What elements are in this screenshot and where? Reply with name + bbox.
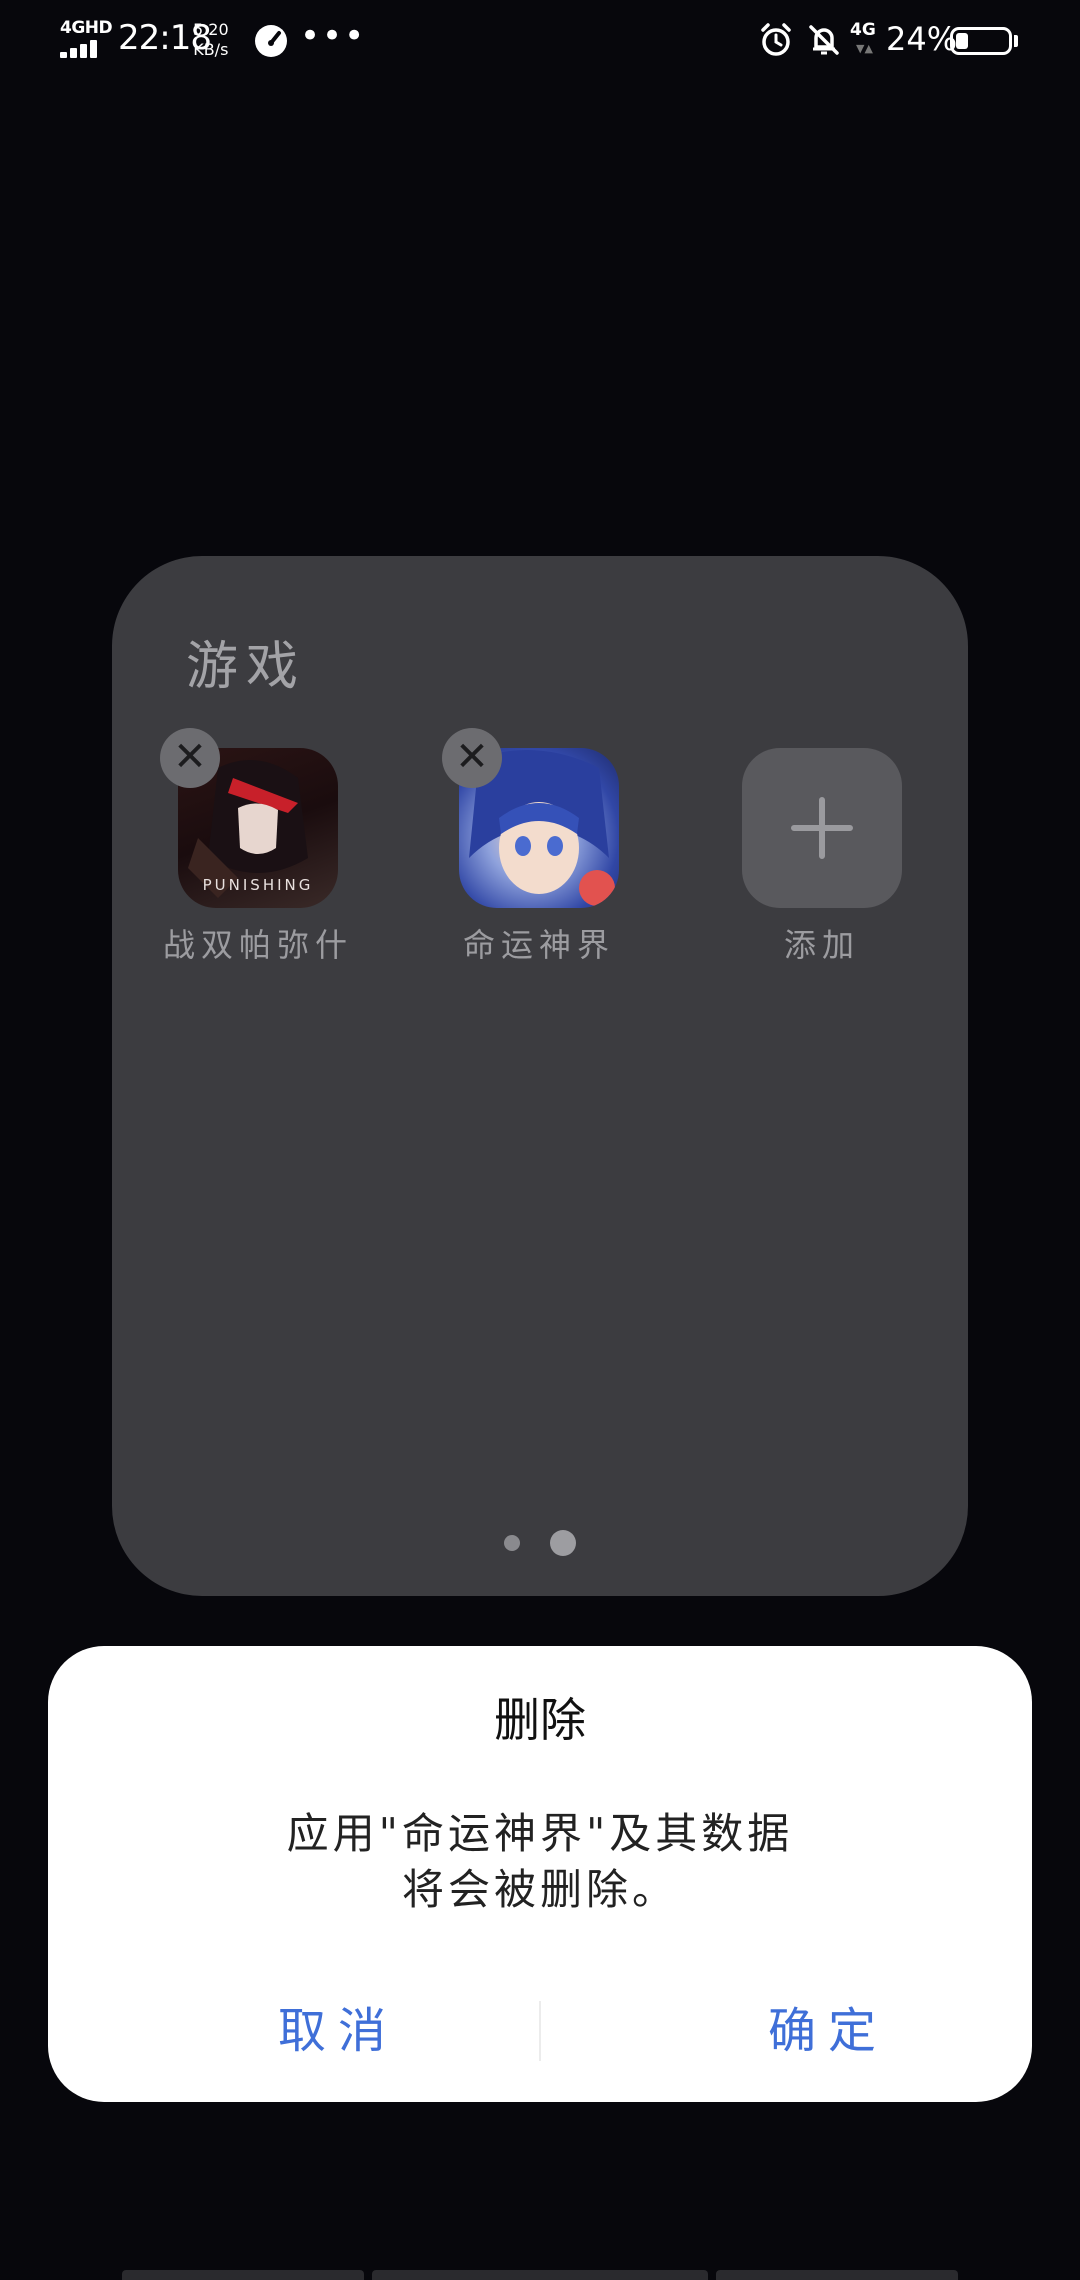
- network-type: 4GHD: [60, 18, 113, 38]
- mobile-data-indicator: 4G: [850, 20, 876, 40]
- dock-edge-right: [716, 2270, 958, 2280]
- add-app-button[interactable]: 添加: [712, 748, 932, 966]
- page-indicator: [112, 1530, 968, 1556]
- status-bar: 4GHD 22:18 5.20 KB/s ••• 4G ▼▲ 24%: [0, 0, 1080, 80]
- dialog-message-line-2: 将会被删除。: [401, 1865, 678, 1914]
- plus-icon: [791, 797, 853, 859]
- home-screen: 4GHD 22:18 5.20 KB/s ••• 4G ▼▲ 24% 游戏 PU…: [0, 0, 1080, 2280]
- dialog-message-line-1: 应用"命运神界"及其数据: [286, 1809, 794, 1858]
- delete-app-dialog: 删除 应用"命运神界"及其数据 将会被删除。 取消 确定: [48, 1646, 1032, 2102]
- cancel-button[interactable]: 取消: [138, 1986, 538, 2076]
- data-activity-icon: ▼▲: [856, 42, 873, 55]
- speed-unit: KB/s: [193, 40, 229, 59]
- remove-app-punishing-button[interactable]: ✕: [160, 728, 220, 788]
- button-divider: [539, 2001, 541, 2061]
- battery-cap: [1014, 35, 1018, 47]
- speedometer-icon: [255, 25, 287, 57]
- dialog-message: 应用"命运神界"及其数据 将会被删除。: [168, 1806, 912, 1918]
- punishing-logo-text: PUNISHING: [202, 876, 314, 894]
- dialog-title: 删除: [494, 1693, 586, 1747]
- page-dot-1[interactable]: [504, 1535, 521, 1551]
- battery-icon: [950, 27, 1012, 55]
- network-speed: 5.20 KB/s: [193, 20, 229, 60]
- signal-icon: [60, 40, 104, 58]
- speed-value: 5.20: [193, 20, 229, 39]
- close-icon: ✕: [173, 734, 207, 780]
- battery-fill: [956, 33, 968, 49]
- folder-title[interactable]: 游戏: [186, 624, 306, 699]
- alarm-icon: [761, 23, 791, 56]
- page-dot-2-active[interactable]: [549, 1530, 576, 1556]
- app-label: 添加: [783, 926, 860, 964]
- app-label: 战双帕弥什: [162, 926, 353, 964]
- dock-edge-left: [122, 2270, 364, 2280]
- battery-percent: 24%: [886, 20, 958, 58]
- mute-icon: [809, 25, 839, 55]
- app-label: 命运神界: [462, 926, 615, 964]
- remove-app-destiny-button[interactable]: ✕: [442, 728, 502, 788]
- app-folder: 游戏 PUNISHING 战双帕弥什 ✕ 命运神界 ✕ 添加: [112, 556, 968, 1596]
- confirm-button[interactable]: 确定: [628, 1986, 1028, 2076]
- close-icon: ✕: [455, 734, 489, 780]
- add-app-tile[interactable]: [742, 748, 902, 908]
- dock-edge-center: [372, 2270, 708, 2280]
- more-notifications-icon: •••: [300, 16, 367, 56]
